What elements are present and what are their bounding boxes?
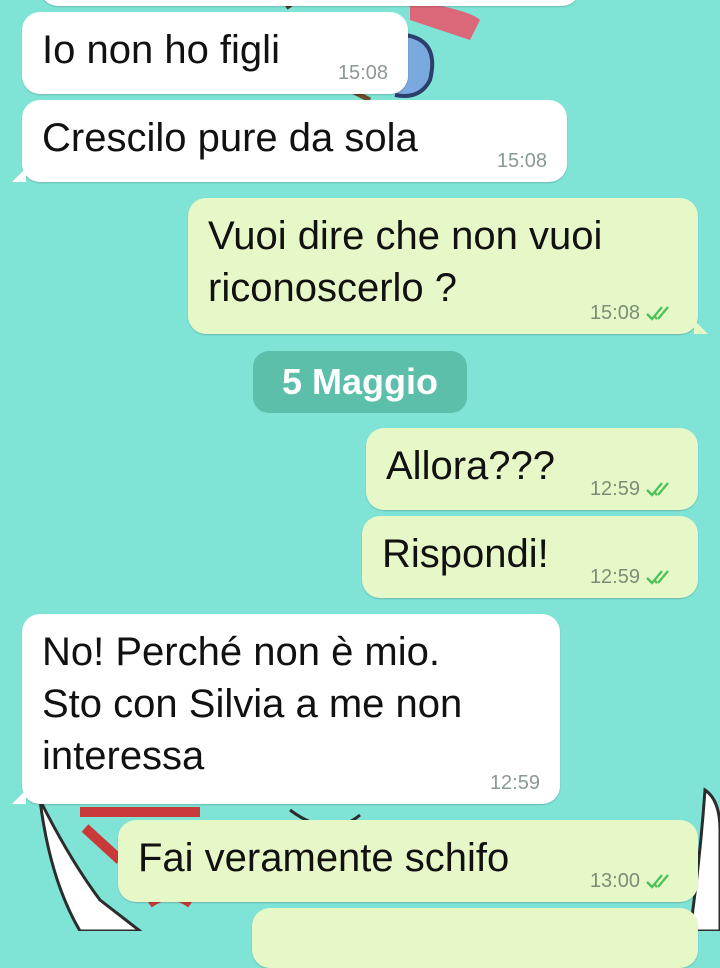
message-bubble-incoming[interactable]: Crescilo pure da sola 15:08 bbox=[12, 100, 567, 182]
message-text: Io non ho figli bbox=[42, 28, 280, 72]
read-ticks-icon bbox=[646, 306, 669, 321]
message-meta: 12:59 bbox=[590, 566, 678, 588]
message-time: 12:59 bbox=[589, 478, 640, 500]
message-text: Fai veramente schifo bbox=[138, 836, 510, 880]
message-meta: 15:08 bbox=[590, 302, 678, 324]
message-text: Vuoi dire che non vuoi riconoscerlo ? bbox=[208, 214, 603, 310]
message-meta: 12:59 bbox=[590, 478, 678, 500]
bubble-tail bbox=[694, 320, 708, 334]
message-time: 12:59 bbox=[489, 772, 540, 794]
message-bubble-outgoing[interactable]: Rispondi! 12:59 bbox=[362, 516, 698, 598]
message-text: Rispondi! bbox=[382, 532, 549, 576]
message-bubble-outgoing[interactable]: Vuoi dire che non vuoi riconoscerlo ? 15… bbox=[188, 198, 708, 334]
message-bubble-clipped[interactable] bbox=[40, 0, 580, 6]
read-ticks-icon bbox=[646, 874, 669, 889]
chat-messages[interactable]: Io non ho figli 15:08 Crescilo pure da s… bbox=[0, 0, 720, 968]
message-time: 15:08 bbox=[337, 62, 388, 84]
bubble-tail bbox=[12, 790, 26, 804]
message-bubble-incoming[interactable]: Io non ho figli 15:08 bbox=[22, 12, 408, 94]
message-text: Allora??? bbox=[386, 444, 556, 488]
message-bubble-incoming[interactable]: No! Perché non è mio. Sto con Silvia a m… bbox=[12, 614, 560, 804]
read-ticks-icon bbox=[646, 482, 669, 497]
message-text: Crescilo pure da sola bbox=[42, 116, 418, 160]
read-ticks-icon bbox=[646, 570, 669, 585]
date-separator: 5 Maggio bbox=[253, 351, 467, 413]
message-time: 15:08 bbox=[589, 302, 640, 324]
message-meta: 15:08 bbox=[338, 62, 388, 84]
message-time: 12:59 bbox=[589, 566, 640, 588]
message-meta: 12:59 bbox=[490, 772, 540, 794]
message-meta: 13:00 bbox=[590, 870, 678, 892]
message-bubble-outgoing[interactable]: Allora??? 12:59 bbox=[366, 428, 698, 510]
message-bubble-outgoing[interactable]: Fai veramente schifo 13:00 bbox=[118, 820, 698, 902]
bubble-tail bbox=[12, 168, 26, 182]
message-meta: 15:08 bbox=[497, 150, 547, 172]
message-bubble-clipped[interactable] bbox=[252, 908, 698, 968]
message-time: 15:08 bbox=[496, 150, 547, 172]
message-text: No! Perché non è mio. Sto con Silvia a m… bbox=[42, 630, 463, 778]
message-time: 13:00 bbox=[589, 870, 640, 892]
